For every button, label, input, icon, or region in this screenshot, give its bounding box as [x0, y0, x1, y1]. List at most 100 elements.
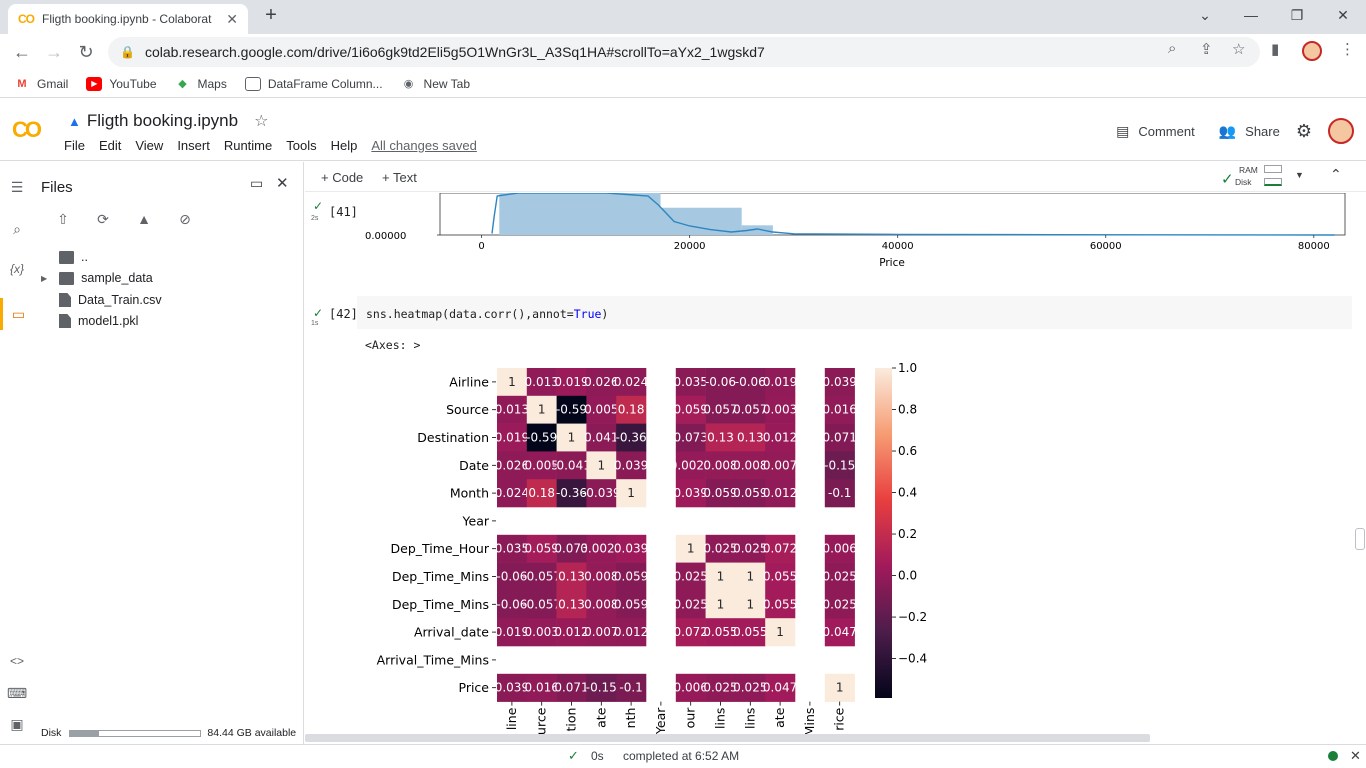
colorbar-tick-label: 1.0	[898, 361, 917, 375]
bookmark-maps[interactable]: ◆ Maps	[175, 77, 227, 91]
side-panel-icon[interactable]: ▮	[1271, 40, 1279, 58]
sidebar-icon-rail: ☰ ⌕ {x} ▭ <> ⌨ ▣	[0, 162, 34, 744]
menu-file[interactable]: File	[64, 138, 85, 153]
toc-icon[interactable]: ☰	[0, 179, 34, 196]
reload-icon[interactable]: ↻	[74, 40, 98, 64]
vertical-scrollbar-thumb[interactable]	[1355, 528, 1365, 550]
heatmap-x-label: lins	[713, 708, 728, 729]
star-icon[interactable]: ☆	[254, 111, 268, 131]
heatmap-annotation: 1	[746, 597, 754, 611]
runtime-dropdown-icon[interactable]: ▼	[1295, 170, 1304, 180]
ram-label: RAM	[1239, 165, 1258, 175]
share-page-icon[interactable]: ⇪	[1200, 40, 1213, 58]
heatmap-x-label: ate	[593, 707, 608, 728]
zoom-icon[interactable]: ⌕	[1168, 40, 1176, 57]
cell41-number[interactable]: [41]	[329, 205, 358, 219]
forward-icon[interactable]: →	[42, 40, 66, 64]
comment-button[interactable]: ▤ Comment	[1116, 123, 1195, 140]
ram-meter[interactable]	[1264, 165, 1282, 173]
status-duration: 0s	[591, 749, 604, 763]
bookmark-star-icon[interactable]: ☆	[1232, 40, 1245, 58]
hist-x-tick-label: 0	[478, 241, 484, 252]
menu-view[interactable]: View	[135, 138, 163, 153]
hist-bar-1	[660, 207, 742, 235]
heatmap-annotation: 0.039	[614, 458, 648, 472]
account-avatar[interactable]	[1328, 118, 1354, 144]
colab-favicon-icon: CO	[18, 12, 35, 26]
notebook-title[interactable]: Fligth booking.ipynb	[87, 111, 238, 131]
heatmap-annotation: 0.019	[495, 431, 529, 445]
search-icon[interactable]: ⌕	[0, 221, 34, 238]
status-check-icon: ✓	[568, 748, 579, 763]
settings-gear-icon[interactable]: ⚙	[1296, 121, 1312, 142]
mount-drive-icon[interactable]: ▲	[133, 211, 155, 231]
hidden-files-icon[interactable]: ⊘	[174, 211, 196, 231]
hist-y-tick-label: 0.00000	[365, 231, 406, 242]
profile-avatar[interactable]	[1302, 41, 1322, 61]
code-cell-42[interactable]: sns.heatmap(data.corr(),annot=True)	[357, 296, 1352, 329]
heatmap-annotation: 0.059	[614, 570, 648, 584]
collapse-chevron-icon[interactable]: ⌃	[1330, 166, 1342, 183]
window-close-icon[interactable]: ✕	[1320, 4, 1366, 30]
new-tab-button[interactable]: +	[258, 4, 284, 27]
axes-output-text: <Axes: >	[365, 338, 421, 352]
close-panel-icon[interactable]: ✕	[276, 174, 289, 192]
back-icon[interactable]: ←	[10, 40, 34, 64]
colab-logo[interactable]: CO	[12, 117, 42, 143]
bookmark-gmail[interactable]: M Gmail	[14, 77, 68, 91]
tab-search-icon[interactable]: ⌄	[1182, 4, 1228, 30]
menu-edit[interactable]: Edit	[99, 138, 121, 153]
status-close-icon[interactable]: ✕	[1350, 748, 1361, 764]
globe-icon: ◉	[403, 77, 414, 90]
heatmap-y-label: Dep_Time_Hour	[391, 541, 490, 556]
heatmap-annotation: 0.024	[614, 375, 648, 389]
open-tab-icon[interactable]: ▭	[250, 175, 263, 192]
command-palette-icon[interactable]: ⌨	[0, 685, 34, 702]
add-text-button[interactable]: + Text	[382, 170, 417, 185]
cell42-code[interactable]: sns.heatmap(data.corr(),annot=True)	[366, 307, 608, 321]
add-code-button[interactable]: + Code	[321, 170, 363, 185]
disk-meter[interactable]	[1264, 178, 1282, 186]
tab-close-icon[interactable]: ✕	[226, 11, 238, 28]
heatmap-y-label: Month	[450, 486, 489, 501]
heatmap-annotation: 0.012	[763, 431, 797, 445]
restore-icon[interactable]: ❐	[1274, 4, 1320, 30]
menu-insert[interactable]: Insert	[177, 138, 210, 153]
variables-icon[interactable]: {x}	[0, 262, 34, 276]
heatmap-annotation: 1	[717, 570, 725, 584]
expand-chevron-icon[interactable]: ▶	[41, 274, 47, 283]
heatmap-y-label: Date	[459, 458, 489, 473]
heatmap-annotation: 0.13	[558, 597, 585, 611]
cell42-number[interactable]: [42]	[329, 307, 358, 321]
file-row-sample-data[interactable]: ▶ sample_data	[41, 271, 153, 285]
address-bar[interactable]: 🔒 colab.research.google.com/drive/1i6o6g…	[108, 37, 1260, 67]
menu-help[interactable]: Help	[331, 138, 358, 153]
heatmap-annotation: -0.1	[619, 681, 642, 695]
bookmark-new-tab[interactable]: ◉ New Tab	[401, 77, 470, 91]
file-row-model[interactable]: model1.pkl	[59, 314, 138, 328]
menu-tools[interactable]: Tools	[286, 138, 316, 153]
upload-icon[interactable]: ⇧	[52, 211, 74, 231]
browser-menu-icon[interactable]: ⋮	[1340, 40, 1355, 58]
terminal-icon[interactable]: ▣	[0, 716, 34, 733]
save-status[interactable]: All changes saved	[371, 138, 477, 153]
share-button[interactable]: 👥 Share	[1219, 123, 1280, 140]
menu-runtime[interactable]: Runtime	[224, 138, 272, 153]
refresh-folder-icon[interactable]: ⟳	[92, 211, 114, 231]
bookmark-youtube[interactable]: ▶ YouTube	[86, 76, 157, 91]
disk-usage-bar	[69, 729, 202, 737]
minimize-icon[interactable]: —	[1228, 4, 1274, 30]
price-distribution-chart: 0 20000 40000 60000 80000 0.00000 Price	[365, 193, 1346, 269]
hist-x-tick-label: 40000	[882, 241, 914, 252]
heatmap-y-label: Airline	[449, 374, 489, 389]
parent-folder-row[interactable]: ..	[59, 250, 88, 264]
files-folder-icon[interactable]: ▭	[0, 298, 34, 330]
browser-tab[interactable]: CO Fligth booking.ipynb - Colaborat ✕	[8, 4, 248, 34]
code-snippets-icon[interactable]: <>	[0, 654, 34, 668]
heatmap-annotation: 0.047	[823, 625, 857, 639]
horizontal-scrollbar[interactable]	[305, 734, 1150, 742]
bookmark-dataframe[interactable]: DataFrame Column...	[244, 76, 383, 91]
file-row-data-train[interactable]: Data_Train.csv	[59, 293, 162, 307]
heatmap-annotation: 0.039	[614, 542, 648, 556]
heatmap-annotation: 0.041	[584, 431, 618, 445]
